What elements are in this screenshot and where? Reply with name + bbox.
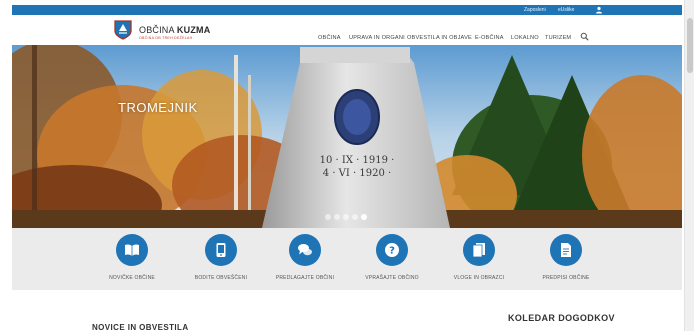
site-logo[interactable]: OBČINA KUZMA OBČINA OB TREH DEŽELAH — [114, 19, 214, 43]
news-section-title: NOVICE IN OBVESTILA — [92, 323, 189, 331]
employees-link[interactable]: Zaposleni — [524, 6, 546, 14]
nav-item-e-obcina[interactable]: E-OBČINA — [475, 35, 504, 41]
logo-subtitle: OBČINA OB TREH DEŽELAH — [139, 36, 193, 40]
search-icon[interactable] — [580, 32, 589, 41]
hero-image: 10 · IX · 1919 · 4 · VI · 1920 · — [12, 45, 682, 228]
user-icon[interactable] — [595, 6, 603, 14]
nav-item-obcina[interactable]: OBČINA — [318, 35, 341, 41]
service-label: NOVIČKE OBČINE — [109, 275, 155, 281]
mobile-icon — [216, 243, 226, 257]
service-icon-circle — [205, 234, 237, 266]
logo-name: KUZMA — [176, 25, 211, 35]
question-icon: ? — [385, 243, 399, 257]
site-header: OBČINA KUZMA OBČINA OB TREH DEŽELAH OBČI… — [12, 15, 682, 45]
service-icon-circle — [550, 234, 582, 266]
calendar-section-title: KOLEDAR DOGODKOV — [508, 313, 615, 323]
scrollbar-thumb[interactable] — [687, 18, 693, 73]
book-icon — [125, 244, 139, 256]
service-label: PREDPISI OBČINE — [542, 275, 590, 281]
forms-icon — [472, 243, 485, 258]
service-label: VPRAŠAJTE OBČINO — [365, 275, 419, 281]
service-icon-circle — [463, 234, 495, 266]
service-vloge-in-obrazci[interactable]: VLOGE IN OBRAZCI — [440, 234, 520, 286]
hero-title: TROMEJNIK — [118, 100, 198, 115]
nav-item-obvestila-in-objave[interactable]: OBVESTILA IN OBJAVE — [407, 35, 472, 41]
logo-title: OBČINA KUZMA — [139, 25, 210, 35]
service-novicke-obcine[interactable]: NOVIČKE OBČINE — [93, 234, 173, 286]
slider-dot-1[interactable] — [325, 214, 331, 220]
nav-item-turizem[interactable]: TURIZEM — [545, 35, 571, 41]
chat-icon — [298, 244, 312, 256]
page-scrollbar[interactable] — [684, 0, 694, 331]
service-predpisi-obcine[interactable]: PREDPISI OBČINE — [527, 234, 607, 286]
logo-prefix: OBČINA — [139, 25, 175, 35]
service-icon-circle: ? — [376, 234, 408, 266]
service-label: BODITE OBVEŠČENI — [194, 275, 248, 281]
service-icon-circle — [116, 234, 148, 266]
hero-slider[interactable]: 10 · IX · 1919 · 4 · VI · 1920 · TROMEJN… — [12, 45, 682, 228]
euslike-link[interactable]: eUslike — [558, 6, 574, 14]
document-icon — [561, 243, 571, 257]
crest-icon — [114, 20, 132, 40]
nav-item-uprava-in-organi[interactable]: UPRAVA IN ORGANI — [349, 35, 405, 41]
service-icon-circle — [289, 234, 321, 266]
service-bodite-obvesceni[interactable]: BODITE OBVEŠČENI — [182, 234, 262, 286]
top-utility-bar: Zaposleni eUslike — [12, 5, 682, 15]
services-bar: NOVIČKE OBČINE BODITE OBVEŠČENI PREDLAGA… — [12, 228, 682, 290]
slider-dot-2[interactable] — [334, 214, 340, 220]
monument-inscription-line2: 4 · VI · 1920 · — [323, 168, 391, 179]
service-predlagajte-obcini[interactable]: PREDLAGAJTE OBČINI — [266, 234, 346, 286]
slider-dot-4[interactable] — [352, 214, 358, 220]
service-label: PREDLAGAJTE OBČINI — [275, 275, 335, 281]
service-vprasajte-obcino[interactable]: ? VPRAŠAJTE OBČINO — [353, 234, 433, 286]
nav-item-lokalno[interactable]: LOKALNO — [511, 35, 539, 41]
svg-text:?: ? — [389, 246, 395, 257]
slider-dot-5[interactable] — [361, 214, 367, 220]
monument-inscription-line1: 10 · IX · 1919 · — [320, 155, 395, 166]
service-label: VLOGE IN OBRAZCI — [453, 275, 505, 281]
slider-dot-3[interactable] — [343, 214, 349, 220]
